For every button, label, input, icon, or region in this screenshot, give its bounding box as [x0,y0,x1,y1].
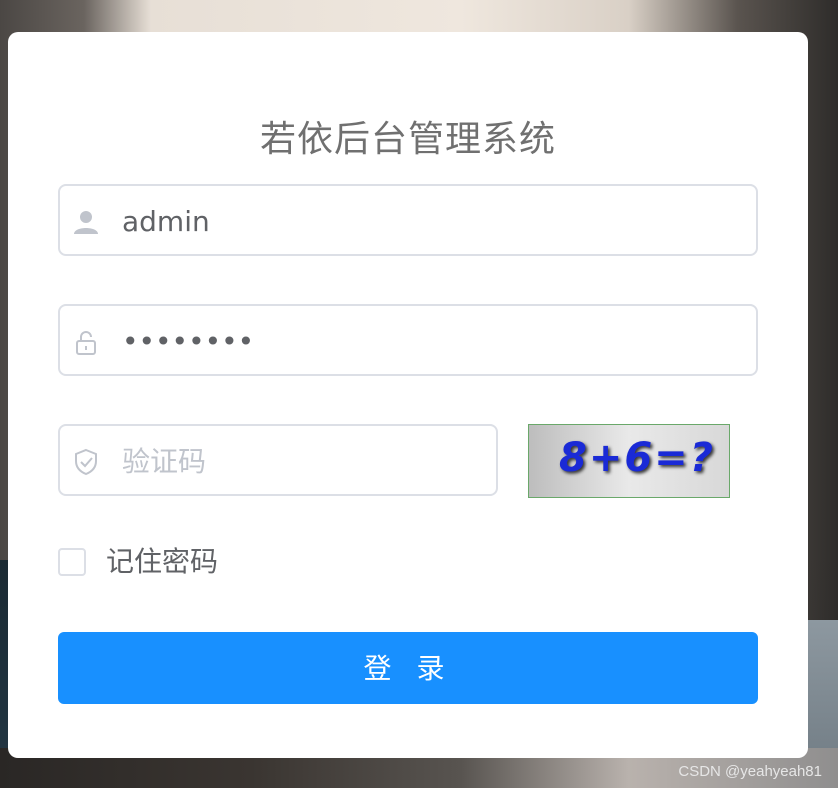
login-button[interactable]: 登 录 [58,632,758,704]
shield-icon [72,448,100,476]
captcha-field[interactable] [58,424,498,496]
username-input[interactable] [120,186,740,256]
captcha-image-text: 8+6=? [559,435,715,481]
captcha-input[interactable] [120,426,480,496]
username-field[interactable] [58,184,758,256]
page-title: 若依后台管理系统 [259,119,556,160]
watermark-text: CSDN @yeahyeah81 [678,763,822,780]
password-input[interactable] [120,306,740,376]
user-icon [72,208,100,236]
login-card: 若依后台管理系统 8+6=? [8,32,808,758]
remember-me-label: 记住密码 [106,545,219,578]
password-field[interactable] [58,304,758,376]
lock-icon [72,328,100,356]
remember-me-checkbox[interactable] [58,548,86,576]
captcha-image[interactable]: 8+6=? [528,424,730,498]
remember-me[interactable]: 记住密码 [58,544,358,580]
